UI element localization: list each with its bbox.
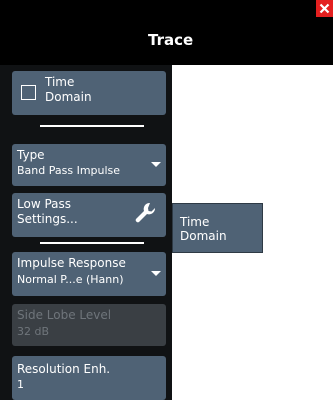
time-domain-checkbox[interactable] [21,85,36,100]
side-lobe-value: 32 dB [17,325,50,338]
separator [40,125,144,127]
separator [40,242,144,244]
dialog-title: Trace [148,31,194,49]
close-button[interactable] [316,0,333,17]
popup-label-line2: Domain [180,229,227,243]
time-domain-label-line1: Time [45,75,75,89]
type-dropdown[interactable]: Type Band Pass Impulse [12,144,166,186]
low-pass-label-line1: Low Pass [17,197,71,211]
resolution-enh-button[interactable]: Resolution Enh. 1 [12,356,166,400]
trace-dialog: Trace Time Domain Type Band Pass Impulse… [0,0,333,400]
impulse-response-value: Normal P...e (Hann) [17,273,124,286]
low-pass-label-line2: Settings... [17,212,78,226]
impulse-response-dropdown[interactable]: Impulse Response Normal P...e (Hann) [12,252,166,296]
impulse-response-label: Impulse Response [17,256,126,270]
low-pass-settings-button[interactable]: Low Pass Settings... [12,193,166,237]
type-label: Type [17,148,45,162]
chevron-down-icon [151,271,161,276]
resolution-value: 1 [17,378,24,391]
softkey-panel: Time Domain Type Band Pass Impulse Low P… [0,65,172,400]
side-lobe-level-button: Side Lobe Level 32 dB [12,304,166,346]
wrench-icon [135,202,156,223]
close-icon [319,3,330,14]
title-bar: Trace [0,0,333,65]
popup-time-domain-item[interactable]: Time Domain [172,203,263,253]
time-domain-toggle[interactable]: Time Domain [12,71,166,115]
side-lobe-label: Side Lobe Level [17,308,112,322]
popup-label-line1: Time [180,215,210,229]
time-domain-label-line2: Domain [45,90,92,104]
resolution-label: Resolution Enh. [17,362,111,376]
type-value: Band Pass Impulse [17,164,121,177]
chevron-down-icon [151,162,161,167]
